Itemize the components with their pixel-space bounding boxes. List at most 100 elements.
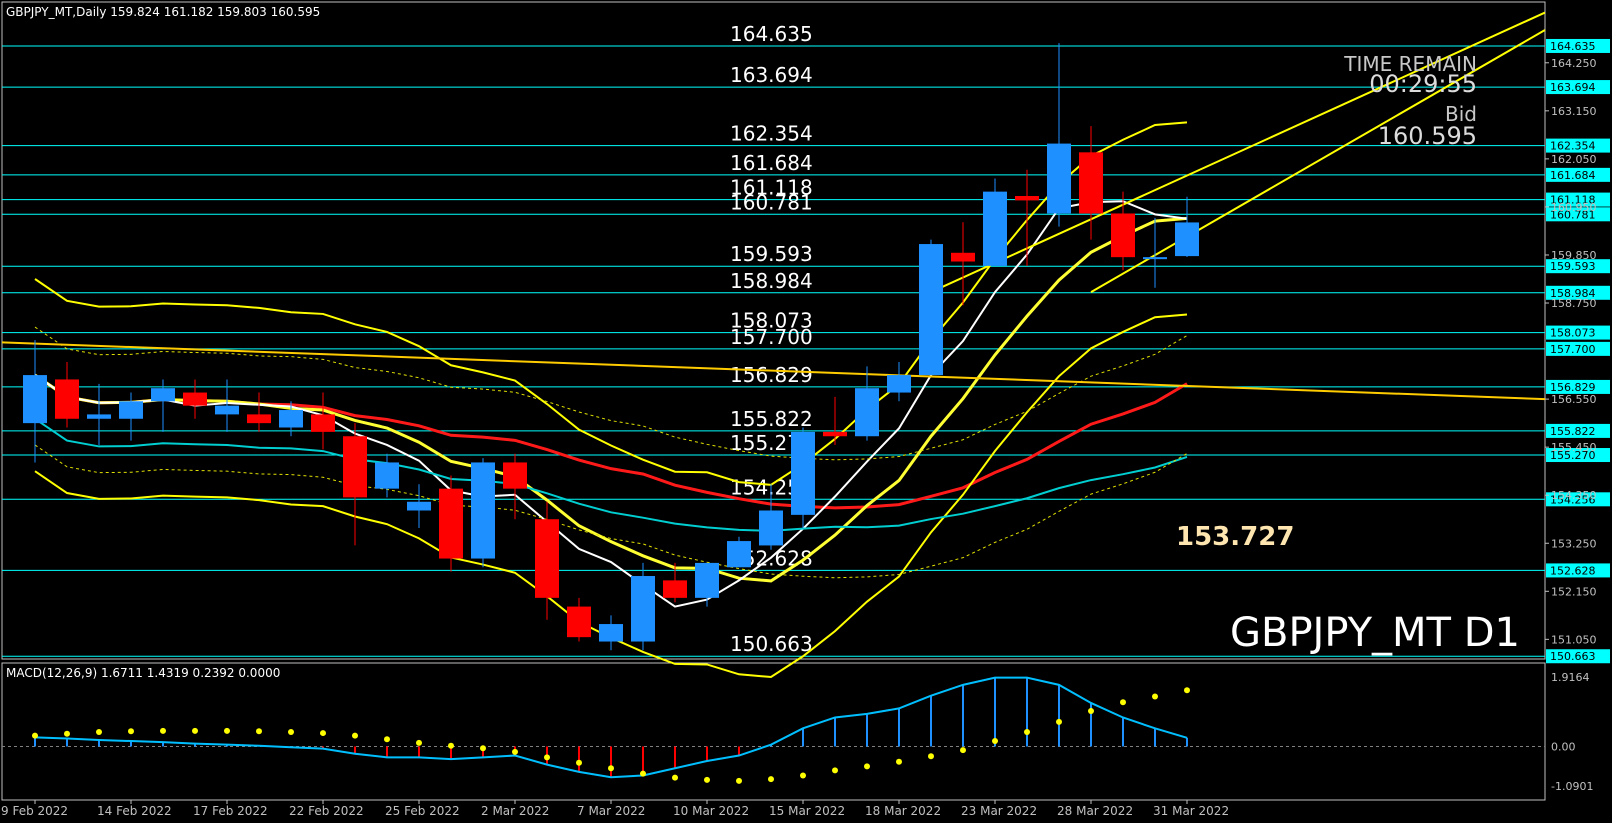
macd-signal-dot bbox=[32, 732, 38, 739]
macd-signal-dot bbox=[128, 728, 134, 735]
level-tag-text: 159.593 bbox=[1550, 260, 1596, 273]
macd-signal-dot bbox=[704, 776, 710, 783]
macd-signal-dot bbox=[288, 728, 294, 735]
candle-bull bbox=[791, 431, 815, 515]
dotted-band-upper bbox=[34, 326, 1188, 461]
date-label: 23 Mar 2022 bbox=[961, 804, 1037, 818]
bid-value: 160.595 bbox=[1377, 122, 1477, 150]
price-tick-label: 154.350 bbox=[1551, 489, 1597, 502]
candle-bear bbox=[663, 580, 687, 598]
level-label: 150.663 bbox=[730, 632, 813, 656]
macd-signal-dot bbox=[416, 739, 422, 746]
macd-signal-dot bbox=[992, 738, 998, 745]
price-tick-label: 155.450 bbox=[1551, 441, 1597, 454]
macd-signal-dot bbox=[1024, 728, 1030, 735]
date-label: 7 Mar 2022 bbox=[577, 804, 645, 818]
macd-tick-label: 1.9164 bbox=[1551, 671, 1590, 684]
level-label: 164.635 bbox=[730, 22, 813, 46]
level-tag-text: 164.635 bbox=[1550, 40, 1596, 53]
candle-bull bbox=[23, 375, 47, 424]
level-tag-text: 162.354 bbox=[1550, 140, 1596, 153]
candle-bear bbox=[55, 379, 79, 419]
price-tick-label: 163.150 bbox=[1551, 105, 1597, 118]
candle-bull bbox=[1175, 222, 1199, 257]
macd-signal-dot bbox=[672, 774, 678, 781]
level-tag-text: 156.829 bbox=[1550, 381, 1596, 394]
level-tag-text: 163.694 bbox=[1550, 81, 1596, 94]
price-tick-label: 160.950 bbox=[1551, 201, 1597, 214]
candle-bear bbox=[311, 414, 335, 432]
low-marker-label: 153.727 bbox=[1176, 522, 1295, 552]
macd-signal-dot bbox=[864, 763, 870, 770]
candle-bull bbox=[887, 375, 911, 393]
macd-signal-dot bbox=[640, 770, 646, 777]
level-label: 155.822 bbox=[730, 407, 813, 431]
candle-bear bbox=[343, 436, 367, 498]
date-label: 15 Mar 2022 bbox=[769, 804, 845, 818]
candle-bull bbox=[119, 401, 143, 419]
ma-cyan-line bbox=[34, 417, 1188, 532]
candle-bear bbox=[951, 252, 975, 262]
candle-bear bbox=[1079, 152, 1103, 214]
macd-signal-dot bbox=[160, 727, 166, 734]
macd-panel bbox=[2, 676, 1545, 784]
level-tag-text: 155.822 bbox=[1550, 425, 1596, 438]
price-tick-label: 158.750 bbox=[1551, 297, 1597, 310]
candle-bear bbox=[183, 392, 207, 406]
macd-signal-dot bbox=[64, 730, 70, 737]
candles bbox=[23, 43, 1199, 651]
price-tick-label: 151.050 bbox=[1551, 633, 1597, 646]
horizontal-levels[interactable]: 164.635 164.635 163.694 163.694 162.354 162.3… bbox=[2, 22, 1610, 664]
candle-bull bbox=[759, 510, 783, 546]
candle-bull bbox=[471, 462, 495, 559]
price-tick-label: 152.150 bbox=[1551, 585, 1597, 598]
level-label: 159.593 bbox=[730, 242, 813, 266]
candle-bull bbox=[631, 576, 655, 642]
price-chart[interactable]: 164.635 164.635 163.694 163.694 162.354 162.3… bbox=[0, 0, 1612, 823]
price-tick-label: 162.050 bbox=[1551, 153, 1597, 166]
macd-signal-dot bbox=[384, 736, 390, 743]
candle-bull bbox=[375, 462, 399, 489]
macd-signal-dot bbox=[576, 759, 582, 766]
price-tick-label: 156.550 bbox=[1551, 393, 1597, 406]
candle-bear bbox=[439, 488, 463, 559]
macd-signal-dot bbox=[544, 754, 550, 761]
date-axis: 9 Feb 2022 14 Feb 2022 17 Feb 2022 22 Feb 2… bbox=[1, 800, 1229, 818]
level-tag-text: 152.628 bbox=[1550, 564, 1596, 577]
candle-bull bbox=[855, 388, 879, 437]
date-label: 2 Mar 2022 bbox=[481, 804, 549, 818]
price-tick-label: 164.250 bbox=[1551, 57, 1597, 70]
level-label: 160.781 bbox=[730, 190, 813, 214]
candle-bear bbox=[535, 519, 559, 598]
level-label: 162.354 bbox=[730, 122, 813, 146]
macd-signal-dot bbox=[960, 747, 966, 754]
bb-middle-line bbox=[34, 216, 1188, 583]
time-remain-value: 00:29:55 bbox=[1369, 70, 1477, 98]
macd-signal-dot bbox=[96, 728, 102, 735]
candle-bear bbox=[1015, 196, 1039, 201]
date-label: 22 Feb 2022 bbox=[289, 804, 364, 818]
macd-signal-dot bbox=[512, 748, 518, 755]
candle-bear bbox=[567, 606, 591, 638]
candle-bull bbox=[1143, 257, 1167, 260]
trend-line-horizontal bbox=[1, 341, 1546, 401]
candle-bear bbox=[247, 414, 271, 424]
level-tag-text: 161.684 bbox=[1550, 169, 1596, 182]
candle-bull bbox=[1047, 143, 1071, 214]
macd-signal-dot bbox=[352, 732, 358, 739]
date-label: 25 Feb 2022 bbox=[385, 804, 460, 818]
macd-tick-label: 0.00 bbox=[1551, 740, 1576, 753]
candle-bull bbox=[215, 405, 239, 415]
macd-signal-dot bbox=[1152, 693, 1158, 700]
candle-bull bbox=[87, 414, 111, 419]
chart-header: GBPJPY_MT,Daily 159.824 161.182 159.803 … bbox=[6, 5, 321, 19]
macd-signal-dot bbox=[448, 742, 454, 749]
symbol-watermark: GBPJPY_MT D1 bbox=[1230, 610, 1520, 656]
candle-bear bbox=[823, 431, 847, 437]
macd-tick-label: -1.0901 bbox=[1551, 780, 1593, 793]
level-label: 163.694 bbox=[730, 63, 813, 87]
level-tag-text: 158.073 bbox=[1550, 327, 1596, 340]
candle-bull bbox=[727, 541, 751, 568]
macd-signal-dot bbox=[256, 728, 262, 735]
level-tag-text: 150.663 bbox=[1550, 650, 1596, 663]
